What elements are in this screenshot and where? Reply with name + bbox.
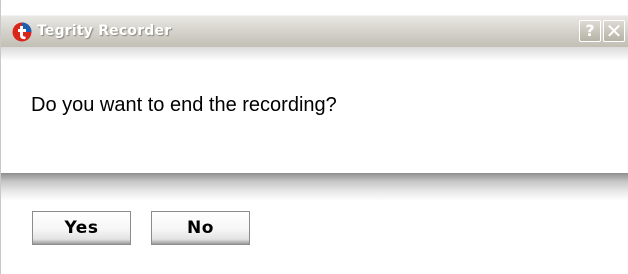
- message-area: Do you want to end the recording?: [1, 47, 628, 173]
- window-title: Tegrity Recorder: [37, 23, 172, 39]
- dialog-window: Tegrity Recorder ? ✕ Do you want to end …: [0, 0, 628, 274]
- no-button[interactable]: No: [151, 211, 250, 245]
- tegrity-logo-icon: [12, 22, 32, 42]
- close-button[interactable]: ✕: [603, 20, 625, 42]
- help-button[interactable]: ?: [579, 20, 601, 42]
- divider: [1, 173, 628, 201]
- dialog-message: Do you want to end the recording?: [31, 94, 337, 116]
- yes-button[interactable]: Yes: [32, 211, 131, 245]
- title-bar[interactable]: Tegrity Recorder ? ✕: [1, 15, 628, 47]
